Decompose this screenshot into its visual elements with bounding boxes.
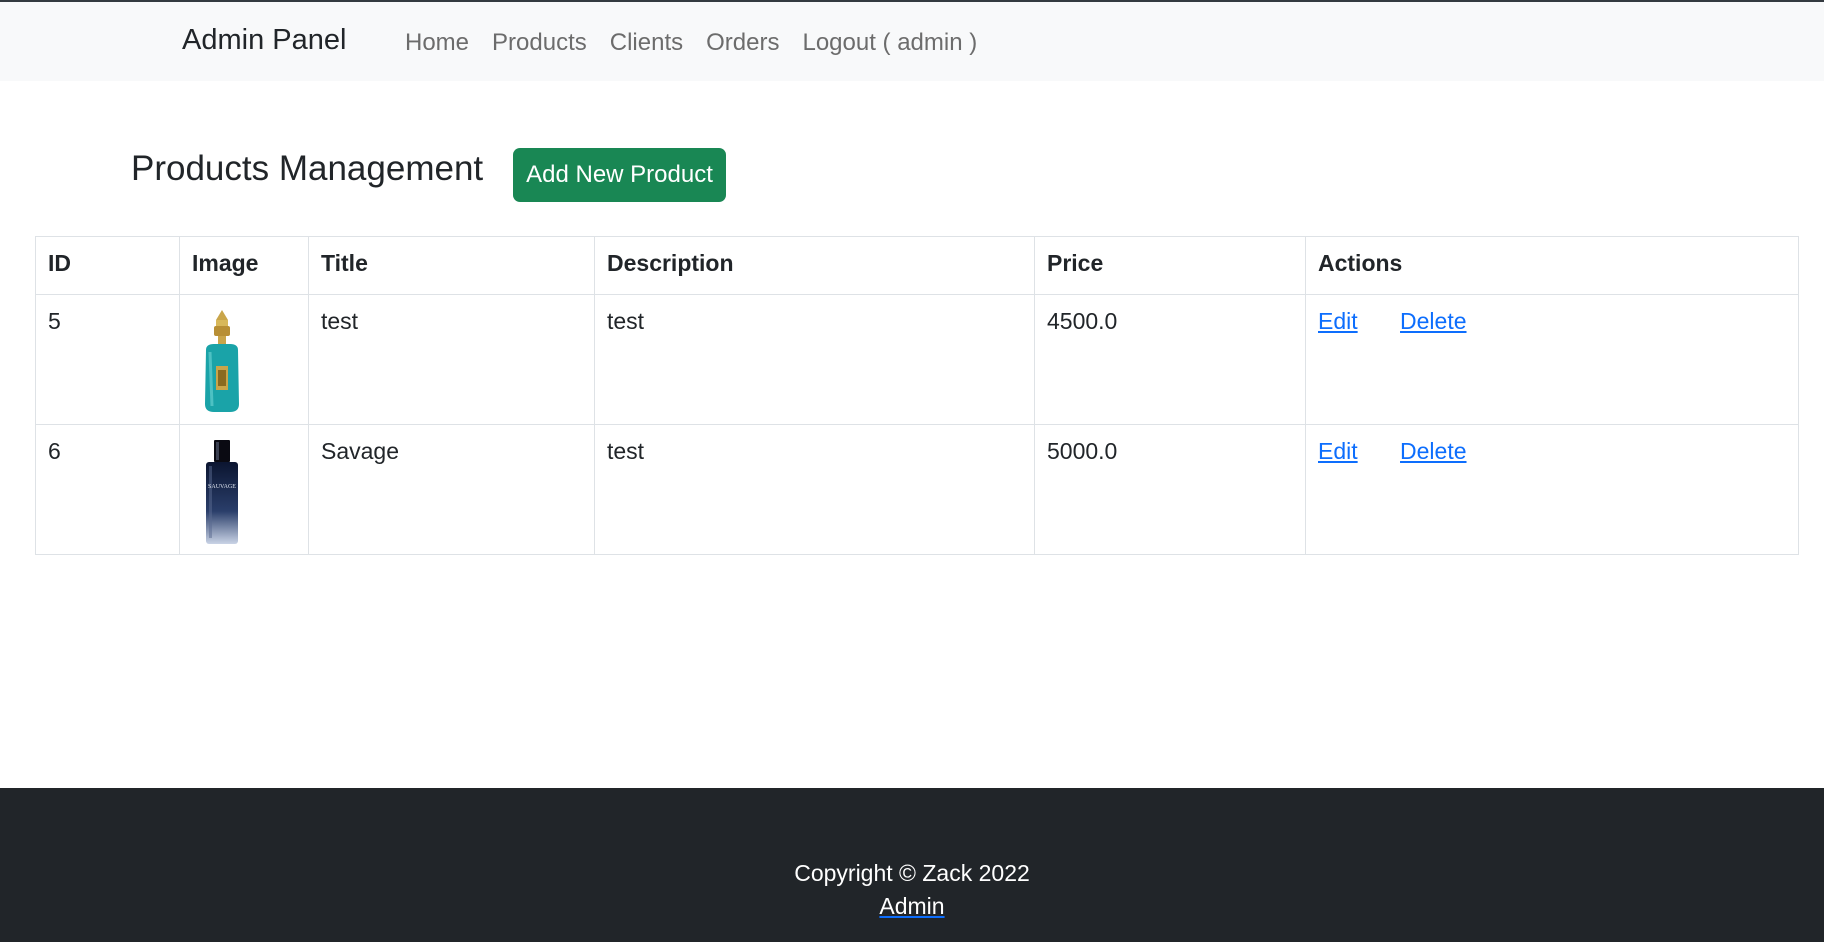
cell-actions: Edit Delete <box>1305 294 1799 425</box>
nav-link-clients[interactable]: Clients <box>610 29 683 57</box>
nav-link-orders[interactable]: Orders <box>706 29 779 57</box>
nav-link-products[interactable]: Products <box>492 29 587 57</box>
table-row: 6 SAUVAGE Savage test 5000.0 Edit Delete <box>35 424 1799 555</box>
cell-id: 6 <box>35 424 180 555</box>
cell-id: 5 <box>35 294 180 425</box>
footer-admin-link[interactable]: Admin <box>0 893 1824 920</box>
nav-links: Home Products Clients Orders Logout ( ad… <box>405 29 1000 57</box>
cell-price: 5000.0 <box>1034 424 1306 555</box>
column-header-actions: Actions <box>1305 236 1799 295</box>
edit-link[interactable]: Edit <box>1318 438 1358 464</box>
cell-image: SAUVAGE <box>179 424 309 555</box>
cell-title: test <box>308 294 595 425</box>
column-header-title: Title <box>308 236 595 295</box>
footer: Copyright © Zack 2022 Admin <box>0 788 1824 942</box>
nav-link-logout[interactable]: Logout ( admin ) <box>802 29 977 57</box>
navbar-brand[interactable]: Admin Panel <box>182 24 346 57</box>
nav-link-home[interactable]: Home <box>405 29 469 57</box>
cell-description: test <box>594 294 1035 425</box>
edit-link[interactable]: Edit <box>1318 308 1358 334</box>
column-header-description: Description <box>594 236 1035 295</box>
column-header-price: Price <box>1034 236 1306 295</box>
product-image-sauvage-perfume: SAUVAGE <box>206 440 238 544</box>
navbar: Admin Panel Home Products Clients Orders… <box>0 0 1824 81</box>
column-header-id: ID <box>35 236 180 295</box>
table-row: 5 test test 4500.0 Edit Delete <box>35 294 1799 425</box>
table-header-row: ID Image Title Description Price Actions <box>35 236 1799 295</box>
cell-description: test <box>594 424 1035 555</box>
cell-actions: Edit Delete <box>1305 424 1799 555</box>
product-image-teal-perfume <box>205 310 239 412</box>
page-title: Products Management <box>131 149 484 188</box>
copyright-text: Copyright © Zack 2022 <box>794 860 1030 886</box>
cell-image <box>179 294 309 425</box>
column-header-image: Image <box>179 236 309 295</box>
cell-price: 4500.0 <box>1034 294 1306 425</box>
bottle-label-text: SAUVAGE <box>208 484 236 490</box>
delete-link[interactable]: Delete <box>1400 438 1466 464</box>
delete-link[interactable]: Delete <box>1400 308 1466 334</box>
add-new-product-button[interactable]: Add New Product <box>513 148 726 202</box>
products-table: ID Image Title Description Price Actions… <box>35 236 1799 555</box>
cell-title: Savage <box>308 424 595 555</box>
